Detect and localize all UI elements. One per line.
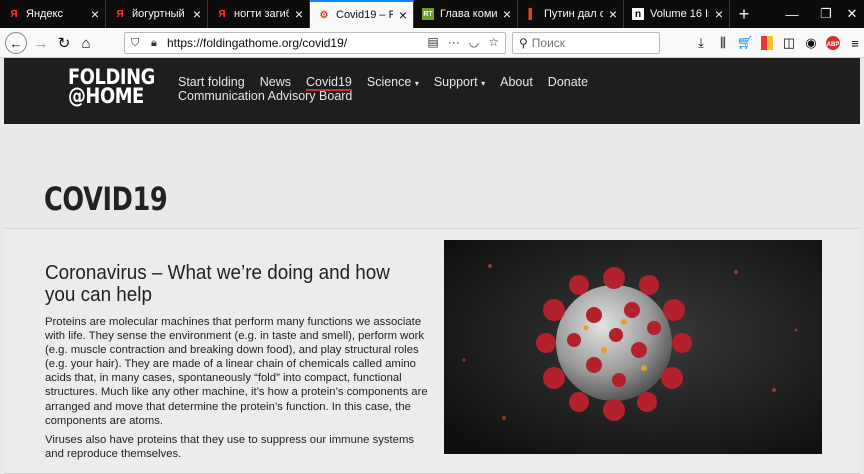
home-button[interactable]: ⌂ bbox=[75, 32, 97, 54]
tab-covid19-folding[interactable]: ⚙ Covid19 – Foldin × bbox=[310, 0, 414, 28]
logo-line2: @HOME bbox=[68, 84, 144, 108]
yandex-icon: Я bbox=[218, 8, 226, 20]
search-input[interactable]: ⚲ Поиск bbox=[512, 32, 660, 54]
bookmark-flag-icon[interactable] bbox=[758, 34, 776, 52]
site-logo[interactable]: FOLDING @HOME bbox=[68, 67, 155, 108]
nav-donate[interactable]: Donate bbox=[548, 75, 588, 89]
site-header: FOLDING @HOME Start folding News Covid19… bbox=[4, 58, 860, 124]
search-icon: ⚲ bbox=[519, 36, 528, 50]
forward-button[interactable]: → bbox=[30, 32, 52, 54]
arrow-left-icon: ← bbox=[9, 35, 23, 51]
coronavirus-image bbox=[444, 240, 822, 454]
tracking-shield-icon[interactable]: ⛉ bbox=[131, 37, 145, 50]
restore-button[interactable]: ❐ bbox=[808, 0, 844, 28]
page-content: COVID19 Coronavirus – What we’re doing a… bbox=[4, 124, 860, 474]
tab-putin[interactable]: ▌ Путин дал отве × bbox=[518, 0, 624, 28]
tab-label: ногти загибаютс bbox=[234, 8, 289, 20]
tab-label: Яндекс bbox=[26, 8, 63, 20]
tab-label: Путин дал отве bbox=[544, 8, 603, 20]
rt-icon: RT bbox=[422, 8, 434, 20]
more-icon[interactable]: ··· bbox=[448, 35, 460, 49]
sidebar-icon[interactable]: ◫ bbox=[780, 34, 798, 52]
folding-at-home-icon: ⚙ bbox=[319, 9, 329, 21]
tab-yogurt-pie[interactable]: Я йогуртный пиро × bbox=[106, 0, 208, 28]
news-icon: ▌ bbox=[528, 8, 536, 20]
lock-icon[interactable]: 🔒︎ bbox=[151, 37, 163, 50]
tab-volume16[interactable]: n Volume 16 Issue × bbox=[624, 0, 730, 28]
tab-committee-head[interactable]: RT Глава комитета × bbox=[414, 0, 518, 28]
pocket-icon[interactable]: ◡ bbox=[469, 35, 479, 49]
chevron-down-icon: ▾ bbox=[414, 79, 419, 88]
tab-label: Volume 16 Issue bbox=[650, 8, 709, 20]
close-icon[interactable]: × bbox=[609, 7, 617, 21]
yandex-icon: Я bbox=[116, 8, 124, 20]
nav-science[interactable]: Science ▾ bbox=[367, 75, 419, 89]
nav-start-folding[interactable]: Start folding bbox=[178, 75, 245, 89]
url-text[interactable]: https://foldingathome.org/covid19/ bbox=[167, 36, 347, 50]
nav-about[interactable]: About bbox=[500, 75, 533, 89]
article-paragraph-2: Viruses also have proteins that they use… bbox=[45, 434, 415, 461]
chevron-down-icon: ▾ bbox=[481, 79, 486, 88]
nav-communication-advisory-board[interactable]: Communication Advisory Board bbox=[178, 89, 603, 103]
yandex-icon: Я bbox=[10, 8, 18, 20]
nav-science-label: Science bbox=[366, 75, 412, 89]
journal-icon: n bbox=[632, 8, 644, 20]
article-paragraph: Proteins are molecular machines that per… bbox=[45, 316, 428, 427]
adblock-icon[interactable]: ABP bbox=[824, 34, 842, 52]
close-window-button[interactable]: ✕ bbox=[840, 0, 864, 28]
account-icon[interactable]: ◉ bbox=[802, 34, 820, 52]
svg-text:ABP: ABP bbox=[827, 42, 840, 48]
home-icon: ⌂ bbox=[81, 34, 91, 52]
url-bar[interactable]: ⛉ 🔒︎ https://foldingathome.org/covid19/ … bbox=[124, 32, 506, 54]
menu-icon[interactable]: ≡ bbox=[846, 34, 864, 52]
close-icon[interactable]: × bbox=[715, 7, 723, 21]
reload-button[interactable]: ↻ bbox=[53, 32, 75, 54]
tab-label: Covid19 – Foldin bbox=[336, 9, 393, 21]
nav-covid19[interactable]: Covid19 bbox=[305, 75, 352, 91]
tab-label: Глава комитета bbox=[440, 8, 497, 20]
arrow-right-icon: → bbox=[33, 34, 49, 52]
new-tab-button[interactable]: + bbox=[730, 0, 758, 28]
reader-icon[interactable]: ▤ bbox=[427, 35, 438, 49]
close-icon[interactable]: × bbox=[91, 7, 99, 21]
back-button[interactable]: ← bbox=[5, 32, 27, 54]
nav-support[interactable]: Support ▾ bbox=[434, 75, 485, 89]
page-title: COVID19 bbox=[44, 180, 168, 218]
nav-news[interactable]: News bbox=[260, 75, 291, 89]
close-icon[interactable]: × bbox=[295, 7, 303, 21]
library-icon[interactable]: ⫼ bbox=[714, 34, 732, 52]
nav-support-label: Support bbox=[433, 75, 478, 89]
tab-nails[interactable]: Я ногти загибаютс × bbox=[208, 0, 310, 28]
cart-icon[interactable]: 🛒︎ bbox=[736, 34, 754, 52]
tab-label: йогуртный пиро bbox=[132, 8, 187, 20]
article-heading: Coronavirus – What we’re doing and how y… bbox=[45, 261, 390, 306]
tab-strip: Я Яндекс × Я йогуртный пиро × Я ногти за… bbox=[0, 0, 864, 28]
navigation-toolbar: ← → ↻ ⌂ ⛉ 🔒︎ https://foldingathome.org/c… bbox=[0, 28, 864, 58]
search-placeholder: Поиск bbox=[531, 36, 566, 50]
bookmark-star-icon[interactable]: ☆ bbox=[488, 35, 499, 49]
minimize-button[interactable]: — bbox=[774, 0, 810, 28]
close-icon[interactable]: × bbox=[193, 7, 201, 21]
close-icon[interactable]: × bbox=[503, 7, 511, 21]
download-icon[interactable]: ⤓ bbox=[692, 34, 710, 52]
reload-icon: ↻ bbox=[57, 35, 71, 52]
tab-yandex[interactable]: Я Яндекс × bbox=[0, 0, 106, 28]
close-icon[interactable]: × bbox=[399, 8, 407, 22]
main-menu: Start folding News Covid19 Science ▾ Sup… bbox=[178, 75, 603, 103]
